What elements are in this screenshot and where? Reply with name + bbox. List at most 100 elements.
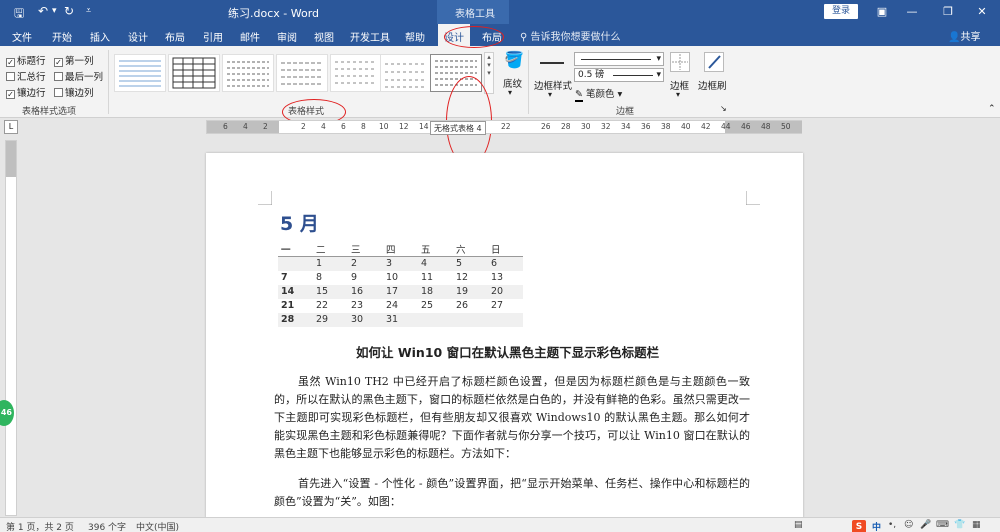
ruler-number: 28 (561, 122, 571, 131)
total-row-checkbox[interactable]: 汇总行 (6, 69, 46, 83)
shading-button[interactable]: 底纹 (503, 76, 522, 90)
gallery-scroll[interactable]: ▴ ▾ ▾ (484, 52, 494, 94)
total-row-label: 汇总行 (17, 72, 46, 83)
table-cell: 二 (313, 242, 348, 257)
page-count[interactable]: 第 1 页，共 2 页 (6, 520, 74, 532)
undo-icon[interactable]: ↶ (38, 4, 48, 18)
tab-mailings[interactable]: 邮件 (240, 29, 260, 44)
restore-button[interactable]: ❐ (938, 3, 958, 21)
line-style-select[interactable]: ▾ (574, 52, 664, 66)
table-style-thumb[interactable] (276, 54, 328, 92)
skin-icon[interactable]: 👕 (954, 520, 965, 530)
table-style-thumb[interactable] (114, 54, 166, 92)
table-cell: 20 (488, 284, 523, 299)
table-row: 28 29 30 31 (278, 312, 523, 327)
group-divider (108, 50, 109, 114)
chevron-down-icon[interactable]: ▾ (508, 88, 512, 97)
last-column-checkbox[interactable]: 最后一列 (54, 69, 103, 83)
tab-references[interactable]: 引用 (203, 29, 223, 44)
table-cell: 13 (491, 272, 504, 283)
pen-color-button[interactable]: ✎ 笔颜色 ▾ (575, 86, 622, 102)
tell-me-search[interactable]: ⚲ 告诉我你想要做什么 (520, 28, 621, 43)
keyboard-icon[interactable]: ⌨ (936, 520, 949, 530)
minimize-button[interactable]: — (902, 3, 922, 21)
tab-design[interactable]: 设计 (128, 29, 148, 44)
tab-file[interactable]: 文件 (12, 29, 32, 44)
banded-rows-label: 镶边行 (17, 88, 46, 99)
ruler-number: 42 (701, 122, 711, 131)
ruler-number: 10 (379, 122, 389, 131)
table-row: 21 22 23 24 25 26 27 (278, 299, 523, 313)
word-count[interactable]: 396 个字 (88, 520, 126, 532)
vertical-ruler[interactable] (5, 140, 17, 516)
table-cell: 10 (386, 272, 399, 283)
table-cell: 8 (316, 272, 323, 283)
undo-dropdown-icon[interactable]: ▾ (52, 6, 57, 16)
table-row: 14 15 16 17 18 19 20 (278, 284, 523, 299)
language[interactable]: 中文(中国) (136, 520, 179, 532)
tab-selector[interactable]: L (4, 120, 18, 134)
paint-bucket-icon[interactable]: 🪣 (504, 50, 524, 69)
redo-icon[interactable]: ↻ (64, 4, 74, 18)
table-cell: 一 (278, 242, 313, 257)
microphone-icon[interactable]: 🎤 (920, 520, 931, 530)
tab-developer[interactable]: 开发工具 (350, 29, 390, 44)
tab-layout[interactable]: 布局 (165, 29, 185, 44)
tab-review[interactable]: 审阅 (277, 29, 297, 44)
ruler-number: 8 (361, 122, 366, 131)
border-styles-button[interactable]: 边框样式 (534, 78, 572, 92)
read-mode-icon[interactable]: ▤ (794, 520, 803, 530)
borders-grid-icon[interactable] (670, 52, 690, 72)
collapse-ribbon-icon[interactable]: ⌃ (988, 104, 996, 114)
toolbox-icon[interactable]: ▦ (972, 520, 981, 530)
ruler-number: 2 (263, 122, 268, 131)
table-cell (278, 256, 313, 271)
first-column-label: 第一列 (65, 56, 94, 67)
table-style-options-group-label: 表格样式选项 (22, 107, 77, 117)
table-cell: 12 (456, 272, 469, 283)
banded-columns-checkbox[interactable]: 镶边列 (54, 85, 94, 99)
table-style-thumb[interactable] (380, 54, 432, 92)
first-column-checkbox[interactable]: ✓ 第一列 (54, 53, 94, 67)
tab-help[interactable]: 帮助 (405, 29, 425, 44)
ruler-number: 6 (341, 122, 346, 131)
share-button[interactable]: 👤共享 (948, 28, 980, 43)
ruler-number: 48 (761, 122, 771, 131)
table-style-thumb[interactable] (222, 54, 274, 92)
last-column-label: 最后一列 (65, 72, 104, 83)
dialog-launcher-icon[interactable]: ↘ (720, 104, 727, 113)
table-style-thumb[interactable] (168, 54, 220, 92)
emoji-icon[interactable]: ☺ (904, 520, 913, 530)
login-button[interactable]: 登录 (824, 4, 858, 19)
table-row: 1 2 3 4 5 6 (278, 256, 523, 271)
punctuation-icon[interactable]: •, (888, 520, 896, 530)
tab-view[interactable]: 视图 (314, 29, 334, 44)
calendar-table[interactable]: 一 二 三 四 五 六 日 1 2 3 4 5 6 7 8 9 10 11 12… (278, 242, 523, 327)
horizontal-ruler[interactable]: 6 4 2 2 4 6 8 10 12 14 22 26 28 30 32 34… (206, 120, 802, 134)
header-row-checkbox[interactable]: ✓ 标题行 (6, 53, 46, 67)
pen-weight-select[interactable]: 0.5 磅 ▾ (574, 68, 664, 82)
sogou-ime-icon[interactable]: S (852, 520, 866, 532)
border-painter-button[interactable]: 边框刷 (698, 78, 727, 92)
ribbon-display-icon[interactable]: ▣ (872, 3, 892, 21)
table-cell: 26 (456, 300, 469, 311)
customize-icon[interactable]: ⩡ (86, 6, 91, 16)
chevron-down-icon[interactable]: ▾ (676, 90, 680, 99)
header-row-label: 标题行 (17, 56, 46, 67)
save-icon[interactable]: 🖫 (14, 4, 24, 25)
lightbulb-icon: ⚲ (520, 32, 531, 43)
table-cell: 31 (383, 312, 418, 327)
ruler-number: 6 (223, 122, 228, 131)
document-page[interactable]: 5 月 一 二 三 四 五 六 日 1 2 3 4 5 6 7 8 9 10 1… (206, 153, 803, 518)
chevron-down-icon[interactable]: ▾ (548, 90, 552, 99)
table-cell: 7 (281, 272, 288, 283)
tab-home[interactable]: 开始 (52, 29, 72, 44)
banded-rows-checkbox[interactable]: ✓ 镶边行 (6, 85, 46, 99)
tab-insert[interactable]: 插入 (90, 29, 110, 44)
table-cell: 21 (281, 300, 295, 311)
table-style-thumb[interactable] (330, 54, 382, 92)
border-painter-icon[interactable] (704, 52, 724, 72)
ruler-number: 14 (419, 122, 429, 131)
ime-mode[interactable]: 中 (872, 520, 881, 532)
close-button[interactable]: ✕ (972, 3, 992, 21)
